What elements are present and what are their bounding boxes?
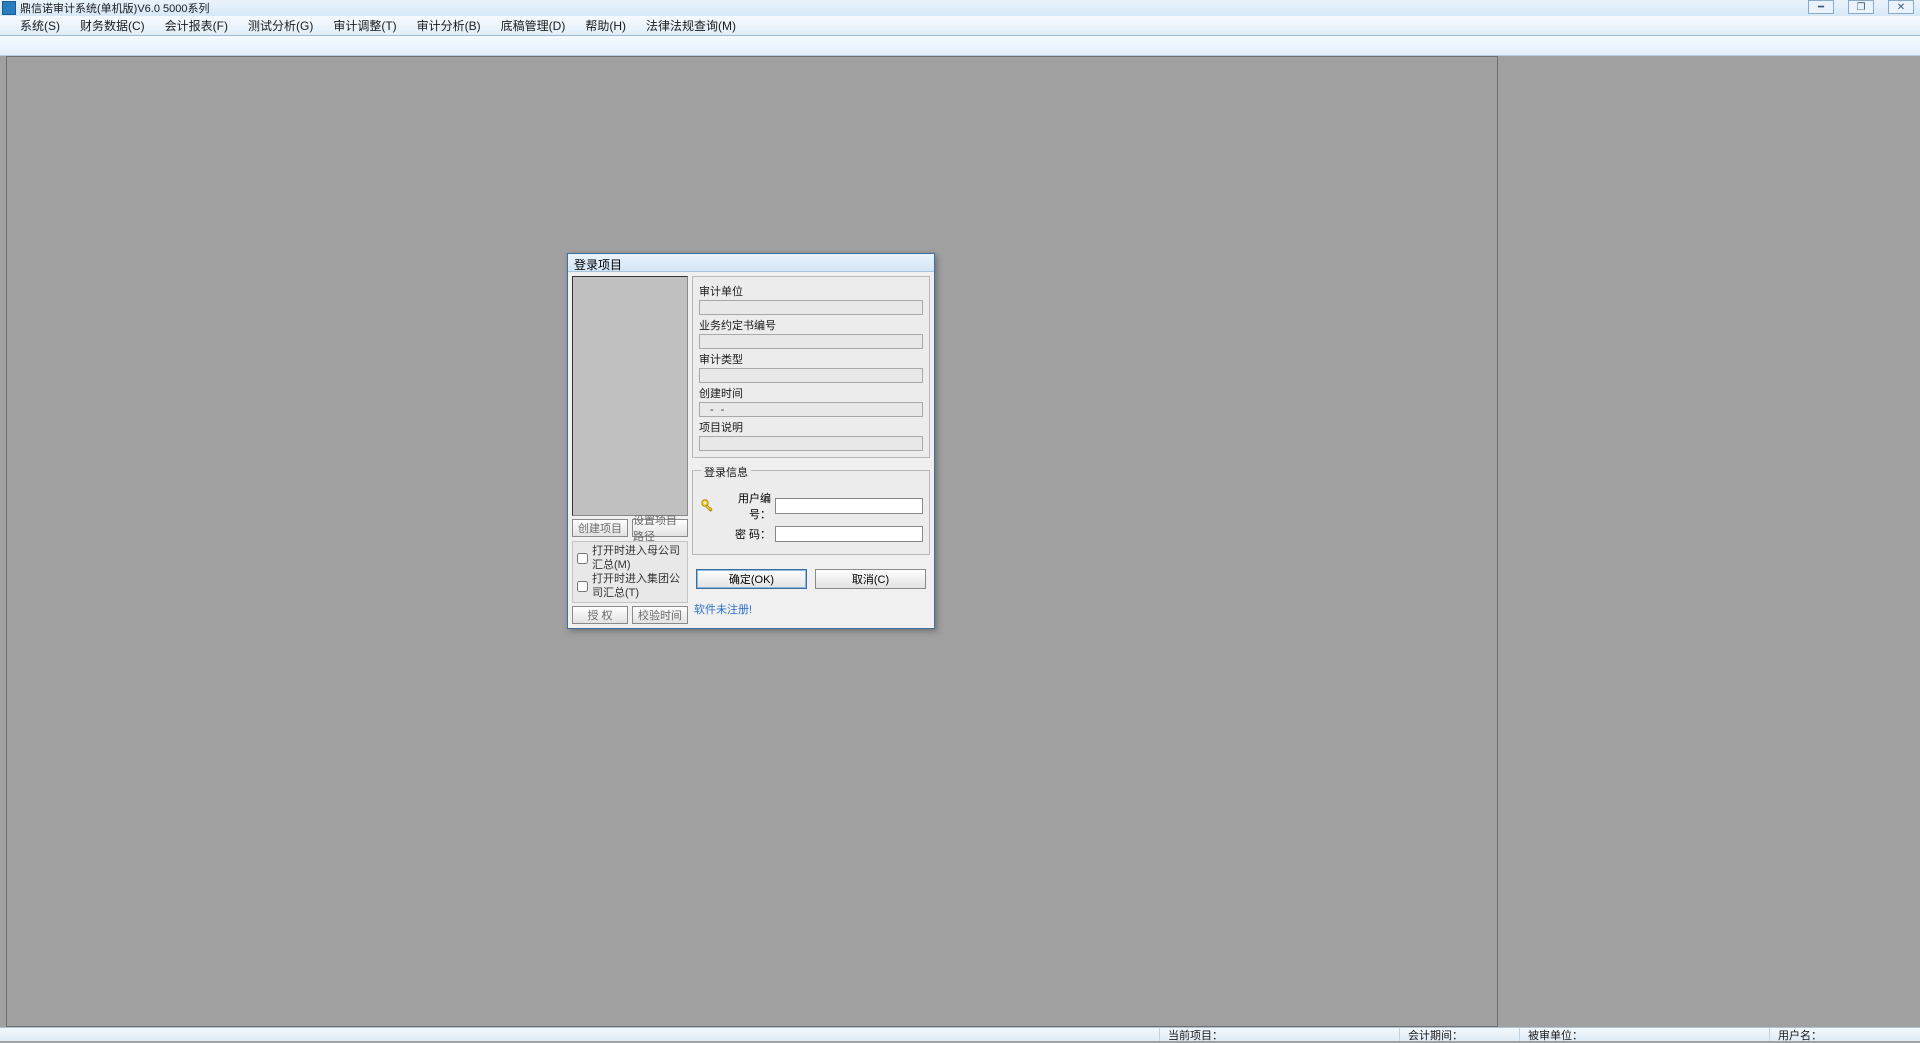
status-current-project-label: 当前项目： <box>1168 1027 1223 1043</box>
key-icon <box>699 497 717 515</box>
status-username-label: 用户名： <box>1778 1027 1822 1043</box>
create-project-button[interactable]: 创建项目 <box>572 519 628 537</box>
status-current-project: 当前项目： <box>1160 1028 1400 1041</box>
checkbox-group-summary-input[interactable] <box>577 581 588 592</box>
unregistered-link[interactable]: 软件未注册! <box>692 601 930 617</box>
app-icon <box>2 1 16 15</box>
audit-type-label: 审计类型 <box>699 351 923 367</box>
dialog-left-pane: 创建项目 设置项目路径 打开时进入母公司汇总(M) 打开时进入集团公司汇总(T)… <box>572 276 688 624</box>
menu-audit-adjust[interactable]: 审计调整(T) <box>323 15 406 36</box>
audit-unit-field[interactable] <box>699 300 923 315</box>
login-dialog: 登录项目 创建项目 设置项目路径 打开时进入母公司汇总(M) 打开时进入集团公司… <box>567 253 935 629</box>
dialog-title: 登录项目 <box>568 254 934 272</box>
user-id-label: 用户编号： <box>719 490 771 522</box>
spacer-icon <box>699 525 717 543</box>
proj-desc-label: 项目说明 <box>699 419 923 435</box>
menu-law-query[interactable]: 法律法规查询(M) <box>636 15 746 36</box>
menu-workpaper-manage[interactable]: 底稿管理(D) <box>491 15 576 36</box>
checkbox-parent-summary[interactable]: 打开时进入母公司汇总(M) <box>577 544 683 572</box>
status-period: 会计期间： <box>1400 1028 1520 1041</box>
menu-accounting-report[interactable]: 会计报表(F) <box>155 15 238 36</box>
checkbox-parent-summary-input[interactable] <box>577 553 588 564</box>
menu-system[interactable]: 系统(S) <box>10 15 70 36</box>
menu-help[interactable]: 帮助(H) <box>575 15 636 36</box>
app-title: 鼎信诺审计系统(单机版)V6.0 5000系列 <box>20 0 209 16</box>
status-spacer <box>0 1028 1160 1041</box>
cancel-button[interactable]: 取消(C) <box>815 569 926 589</box>
minimize-button[interactable]: ━ <box>1808 0 1834 14</box>
checkbox-group-summary-label: 打开时进入集团公司汇总(T) <box>592 572 683 600</box>
project-info-group: 审计单位 业务约定书编号 审计类型 创建时间 - - 项目说明 <box>692 276 930 458</box>
proj-desc-field[interactable] <box>699 436 923 451</box>
ok-button[interactable]: 确定(OK) <box>696 569 807 589</box>
contract-no-label: 业务约定书编号 <box>699 317 923 333</box>
verify-time-button[interactable]: 校验时间 <box>632 606 688 624</box>
statusbar: 当前项目： 会计期间： 被审单位： 用户名： <box>0 1027 1920 1041</box>
menubar: 系统(S) 财务数据(C) 会计报表(F) 测试分析(G) 审计调整(T) 审计… <box>0 16 1920 36</box>
status-period-label: 会计期间： <box>1408 1027 1463 1043</box>
password-label: 密 码： <box>719 526 771 542</box>
login-group-caption: 登录信息 <box>701 464 751 480</box>
status-audited-unit-label: 被审单位： <box>1528 1027 1583 1043</box>
user-id-input[interactable] <box>775 498 923 514</box>
checkbox-area: 打开时进入母公司汇总(M) 打开时进入集团公司汇总(T) <box>572 541 688 603</box>
contract-no-field[interactable] <box>699 334 923 349</box>
project-tree[interactable] <box>572 276 688 516</box>
close-button[interactable]: ✕ <box>1888 0 1914 14</box>
authorize-button[interactable]: 授 权 <box>572 606 628 624</box>
create-time-label: 创建时间 <box>699 385 923 401</box>
ribbon-strip <box>0 36 1920 56</box>
menu-test-analysis[interactable]: 测试分析(G) <box>238 15 323 36</box>
dialog-right-pane: 审计单位 业务约定书编号 审计类型 创建时间 - - 项目说明 登录信息 <box>692 276 930 624</box>
maximize-button[interactable]: ❐ <box>1848 0 1874 14</box>
create-time-value: - - <box>702 404 726 416</box>
status-audited-unit: 被审单位： <box>1520 1028 1770 1041</box>
menu-audit-analysis[interactable]: 审计分析(B) <box>407 15 491 36</box>
password-input[interactable] <box>775 526 923 542</box>
menu-finance-data[interactable]: 财务数据(C) <box>70 15 155 36</box>
checkbox-parent-summary-label: 打开时进入母公司汇总(M) <box>592 544 683 572</box>
login-info-group: 登录信息 用户编号： 密 码： <box>692 470 930 555</box>
status-username: 用户名： <box>1770 1028 1920 1041</box>
audit-type-field[interactable] <box>699 368 923 383</box>
checkbox-group-summary[interactable]: 打开时进入集团公司汇总(T) <box>577 572 683 600</box>
titlebar: 鼎信诺审计系统(单机版)V6.0 5000系列 ━ ❐ ✕ <box>0 0 1920 16</box>
set-project-path-button[interactable]: 设置项目路径 <box>632 519 688 537</box>
audit-unit-label: 审计单位 <box>699 283 923 299</box>
window-controls: ━ ❐ ✕ <box>1808 0 1914 14</box>
